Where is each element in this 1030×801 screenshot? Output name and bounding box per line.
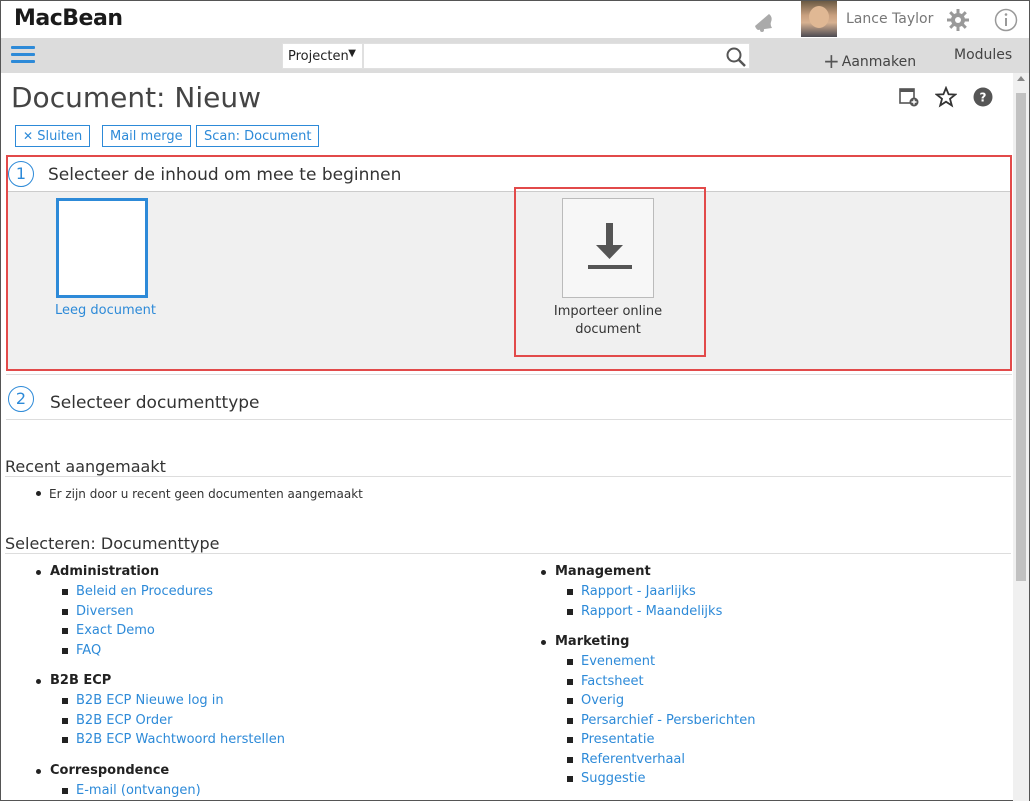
search-input[interactable] — [363, 43, 750, 69]
notification-bell-icon[interactable] — [749, 7, 775, 33]
page-title: Document: Nieuw — [11, 81, 261, 114]
step2-divider-bottom — [6, 419, 1012, 420]
close-x-icon: ✕ — [23, 128, 34, 143]
scroll-up-arrow-icon[interactable] — [1017, 76, 1025, 81]
step1-title: Selecteer de inhoud om mee te beginnen — [48, 165, 402, 185]
recent-empty-text: Er zijn door u recent geen documenten aa… — [49, 487, 363, 501]
plus-icon: + — [823, 49, 840, 73]
doctype-link[interactable]: Exact Demo — [36, 623, 285, 643]
step2-number: 2 — [8, 386, 34, 412]
doctype-link[interactable]: Referentverhaal — [541, 752, 755, 772]
doctype-link[interactable]: B2B ECP Nieuwe log in — [36, 693, 285, 713]
doctype-group-title: Management — [541, 564, 755, 584]
import-online-document-label[interactable]: Importeer online document — [542, 303, 674, 339]
doctype-link[interactable]: Rapport - Jaarlijks — [541, 584, 755, 604]
menu-hamburger-icon[interactable] — [11, 46, 35, 64]
close-button-label: Sluiten — [37, 128, 83, 144]
step2-title: Selecteer documenttype — [50, 393, 260, 413]
doctype-group-title: Administration — [36, 564, 285, 584]
download-arrow-icon — [588, 223, 632, 269]
recent-rule — [5, 476, 1011, 477]
doctype-link[interactable]: FAQ — [36, 643, 285, 663]
info-icon[interactable] — [994, 8, 1018, 32]
doctype-rule — [5, 553, 1011, 554]
create-label: Aanmaken — [841, 54, 917, 70]
empty-document-label[interactable]: Leeg document — [55, 303, 156, 318]
doctype-link[interactable]: Factsheet — [541, 674, 755, 694]
doctype-link[interactable]: Beleid en Procedures — [36, 584, 285, 604]
step1-number: 1 — [8, 161, 34, 187]
doctype-link[interactable]: Persarchief - Persberichten — [541, 713, 755, 733]
add-to-dashboard-icon[interactable] — [898, 86, 920, 108]
mail-merge-button[interactable]: Mail merge — [102, 125, 191, 147]
step2-divider-top — [6, 374, 1012, 375]
app-logo[interactable]: MacBean — [14, 6, 123, 31]
page-scrollbar[interactable] — [1013, 73, 1029, 801]
recent-heading: Recent aangemaakt — [5, 457, 166, 476]
top-bar: MacBean Lance Taylor — [1, 1, 1029, 38]
search-scope-value: Projecten — [288, 49, 349, 64]
doctype-group-title: B2B ECP — [36, 673, 285, 693]
settings-gear-icon[interactable] — [946, 8, 970, 32]
help-icon[interactable]: ? — [972, 86, 994, 108]
doctype-link[interactable]: B2B ECP Order — [36, 713, 285, 733]
modules-button[interactable]: Modules — [954, 47, 1012, 63]
user-avatar[interactable] — [801, 1, 837, 37]
user-name[interactable]: Lance Taylor — [846, 11, 933, 27]
doctype-heading: Selecteren: Documenttype — [5, 534, 220, 553]
search-scope-select[interactable]: Projecten ▼ — [282, 43, 363, 69]
doctype-link[interactable]: Rapport - Maandelijks — [541, 604, 755, 624]
search-icon[interactable] — [725, 46, 747, 68]
favorite-star-icon[interactable] — [935, 86, 957, 108]
svg-text:?: ? — [980, 91, 987, 105]
doctype-link[interactable]: Suggestie — [541, 771, 755, 791]
doctype-group-title: Marketing — [541, 634, 755, 654]
nav-bar: Projecten ▼ + Aanmaken Modules — [1, 38, 1029, 73]
doctype-column-left: Administration Beleid en Procedures Divers… — [36, 564, 285, 801]
doctype-link[interactable]: Presentatie — [541, 732, 755, 752]
doctype-column-right: Management Rapport - Jaarlijks Rapport - M… — [541, 564, 755, 791]
doctype-link[interactable]: Overig — [541, 693, 755, 713]
doctype-link[interactable]: E-mail (ontvangen) — [36, 783, 285, 801]
empty-document-tile[interactable] — [56, 198, 148, 298]
dropdown-arrow-icon: ▼ — [348, 48, 356, 59]
recent-empty-item: Er zijn door u recent geen documenten aa… — [36, 487, 363, 501]
import-online-document-tile[interactable] — [562, 198, 654, 298]
scan-document-button[interactable]: Scan: Document — [196, 125, 320, 147]
doctype-link[interactable]: B2B ECP Wachtwoord herstellen — [36, 732, 285, 752]
step1-highlight-frame — [6, 155, 1012, 371]
close-button[interactable]: ✕ Sluiten — [15, 125, 91, 147]
create-button[interactable]: + Aanmaken — [823, 47, 917, 73]
doctype-group-title: Correspondence — [36, 763, 285, 783]
doctype-link[interactable]: Diversen — [36, 604, 285, 624]
scroll-thumb[interactable] — [1016, 93, 1026, 581]
doctype-link[interactable]: Evenement — [541, 654, 755, 674]
